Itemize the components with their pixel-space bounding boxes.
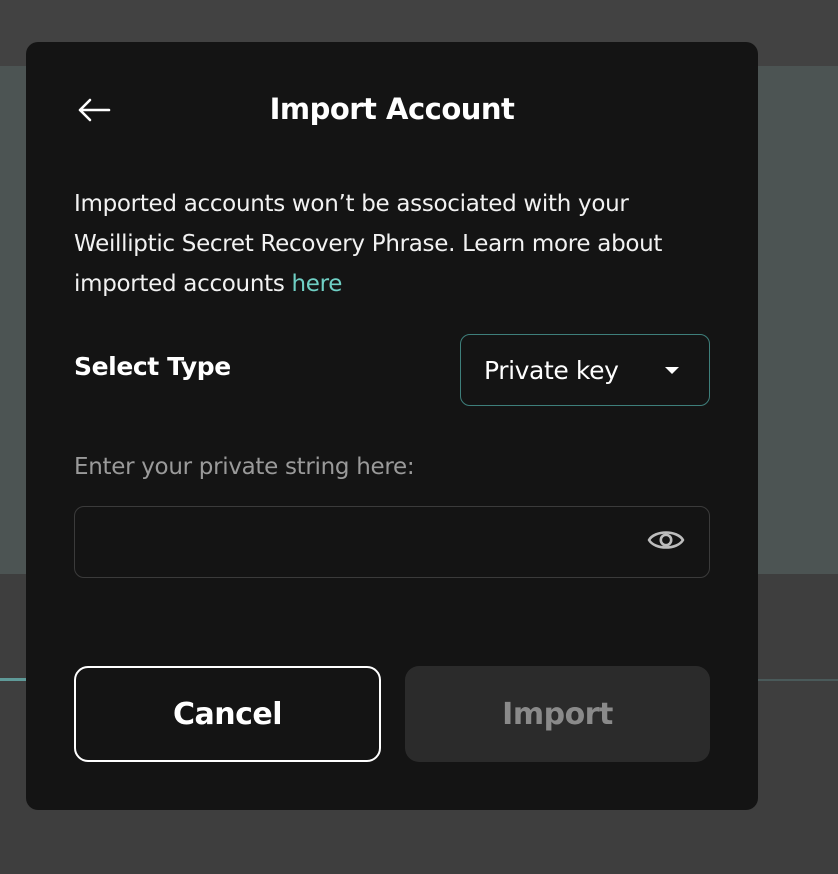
description-text: Imported accounts won’t be associated wi… — [74, 191, 663, 297]
eye-icon — [647, 527, 685, 557]
caret-down-icon — [665, 366, 679, 374]
import-button[interactable]: Import — [405, 666, 710, 762]
select-type-label: Select Type — [74, 352, 231, 381]
private-key-input[interactable] — [89, 517, 633, 569]
select-type-dropdown[interactable]: Private key — [460, 334, 710, 406]
import-account-modal: Import Account Imported accounts won’t b… — [26, 42, 758, 810]
toggle-visibility-button[interactable] — [647, 525, 685, 559]
private-key-label: Enter your private string here: — [74, 454, 415, 480]
import-description: Imported accounts won’t be associated wi… — [74, 184, 714, 304]
cancel-button[interactable]: Cancel — [74, 666, 381, 762]
learn-more-link[interactable]: here — [292, 271, 343, 297]
select-type-value: Private key — [484, 355, 619, 385]
modal-title: Import Account — [269, 92, 515, 126]
private-key-field — [74, 506, 710, 578]
